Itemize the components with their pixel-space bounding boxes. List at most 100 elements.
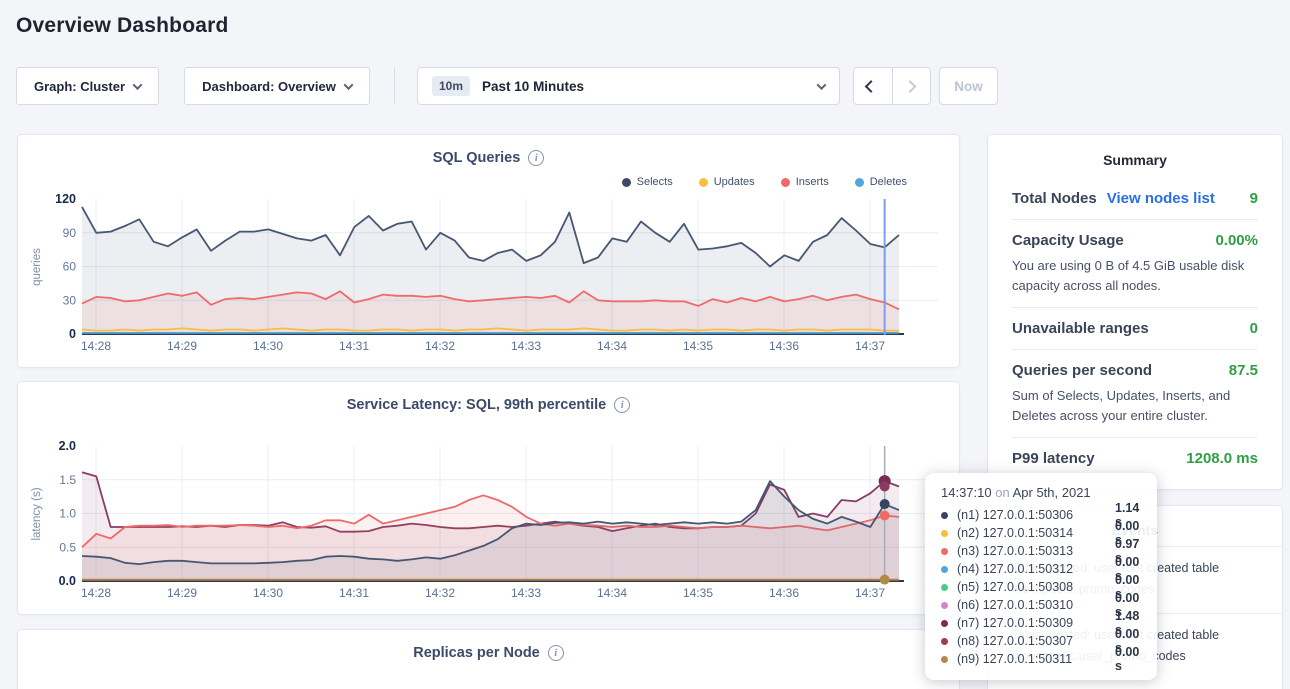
capacity-usage-value: 0.00% (1215, 232, 1258, 249)
prev-time-button[interactable] (854, 68, 892, 104)
svg-text:14:36: 14:36 (769, 339, 799, 353)
service-latency-chart[interactable]: 14:28 14:29 14:30 14:31 14:32 14:33 14:34 14:35… (18, 382, 961, 616)
svg-text:14:32: 14:32 (425, 339, 455, 353)
tooltip-node-row: (n3) 127.0.0.1:503130.97 s (941, 542, 1141, 560)
tooltip-timestamp: 14:37:10 on Apr 5th, 2021 (941, 485, 1141, 500)
chevron-down-icon (817, 80, 827, 90)
node-address: (n4) 127.0.0.1:50312 (957, 562, 1115, 576)
page-title: Overview Dashboard (16, 14, 229, 38)
queries-per-second-value: 87.5 (1229, 362, 1258, 379)
svg-text:14:37: 14:37 (855, 586, 885, 600)
svg-text:latency (s): latency (s) (31, 487, 43, 540)
svg-text:14:33: 14:33 (511, 586, 541, 600)
svg-text:1.5: 1.5 (59, 473, 76, 487)
graph-selector-dropdown[interactable]: Graph: Cluster (16, 67, 159, 105)
summary-row-queries-per-second: Queries per second 87.5 Sum of Selects, … (1012, 349, 1258, 437)
controls-divider (394, 67, 395, 105)
replicas-per-node-title: Replicas per Node (413, 645, 540, 661)
node-color-dot (941, 548, 948, 555)
svg-text:60: 60 (63, 260, 77, 274)
node-color-dot (941, 566, 948, 573)
svg-text:30: 30 (63, 293, 77, 307)
svg-text:14:37: 14:37 (855, 339, 885, 353)
dashboard-selector-dropdown[interactable]: Dashboard: Overview (184, 67, 370, 105)
svg-text:14:31: 14:31 (339, 586, 369, 600)
node-color-dot (941, 602, 948, 609)
time-range-label: Past 10 Minutes (482, 79, 806, 94)
node-address: (n3) 127.0.0.1:50313 (957, 544, 1115, 558)
node-address: (n6) 127.0.0.1:50310 (957, 598, 1115, 612)
summary-row-capacity-usage: Capacity Usage 0.00% You are using 0 B o… (1012, 219, 1258, 307)
svg-text:14:32: 14:32 (425, 586, 455, 600)
node-address: (n5) 127.0.0.1:50308 (957, 580, 1115, 594)
chevron-right-icon (904, 80, 917, 93)
svg-text:14:28: 14:28 (81, 339, 111, 353)
tooltip-node-row: (n5) 127.0.0.1:503080.00 s (941, 578, 1141, 596)
graph-selector-label: Graph: Cluster (34, 79, 125, 94)
time-step-buttons (853, 67, 931, 105)
info-icon[interactable]: i (548, 645, 564, 661)
tooltip-node-row: (n6) 127.0.0.1:503100.00 s (941, 596, 1141, 614)
svg-text:14:30: 14:30 (253, 339, 283, 353)
tooltip-node-row: (n1) 127.0.0.1:503061.14 s (941, 506, 1141, 524)
svg-text:14:33: 14:33 (511, 339, 541, 353)
node-color-dot (941, 530, 948, 537)
tooltip-node-row: (n9) 127.0.0.1:503110.00 s (941, 650, 1141, 668)
node-address: (n1) 127.0.0.1:50306 (957, 508, 1115, 522)
replicas-per-node-card: Replicas per Node i (17, 629, 960, 689)
svg-text:120: 120 (55, 192, 76, 206)
svg-text:14:34: 14:34 (597, 586, 627, 600)
sql-queries-chart[interactable]: 14:28 14:29 14:30 14:31 14:32 14:33 14:34 14:35… (18, 135, 961, 369)
svg-text:90: 90 (63, 226, 77, 240)
chart-hover-tooltip: 14:37:10 on Apr 5th, 2021 (n1) 127.0.0.1… (925, 473, 1157, 680)
svg-text:1.0: 1.0 (59, 507, 76, 521)
chevron-down-icon (133, 80, 143, 90)
summary-card: Summary Total Nodes View nodes list 9 Ca… (987, 134, 1283, 490)
node-color-dot (941, 584, 948, 591)
svg-text:0.5: 0.5 (59, 540, 76, 554)
node-address: (n9) 127.0.0.1:50311 (957, 652, 1115, 666)
svg-text:14:30: 14:30 (253, 586, 283, 600)
svg-text:14:31: 14:31 (339, 339, 369, 353)
svg-text:0: 0 (69, 327, 76, 341)
total-nodes-value: 9 (1250, 190, 1258, 207)
tooltip-node-row: (n7) 127.0.0.1:503091.48 s (941, 614, 1141, 632)
unavailable-ranges-value: 0 (1250, 320, 1258, 337)
view-nodes-list-link[interactable]: View nodes list (1107, 190, 1215, 207)
svg-text:2.0: 2.0 (59, 439, 76, 453)
svg-text:14:29: 14:29 (167, 339, 197, 353)
summary-row-unavailable-ranges: Unavailable ranges 0 (1012, 307, 1258, 349)
svg-text:14:29: 14:29 (167, 586, 197, 600)
tooltip-node-row: (n8) 127.0.0.1:503070.00 s (941, 632, 1141, 650)
time-range-badge: 10m (432, 76, 470, 96)
svg-text:14:28: 14:28 (81, 586, 111, 600)
node-color-dot (941, 656, 948, 663)
overview-dashboard-page: Overview Dashboard Graph: Cluster Dashbo… (0, 0, 1290, 689)
svg-text:14:35: 14:35 (683, 586, 713, 600)
node-color-dot (941, 512, 948, 519)
svg-text:14:36: 14:36 (769, 586, 799, 600)
svg-text:14:35: 14:35 (683, 339, 713, 353)
node-color-dot (941, 638, 948, 645)
sql-queries-card: SQL Queries i SelectsUpdatesInsertsDelet… (17, 134, 960, 368)
chevron-left-icon (865, 80, 878, 93)
now-button[interactable]: Now (939, 67, 998, 105)
next-time-button[interactable] (892, 68, 930, 104)
chevron-down-icon (343, 80, 353, 90)
time-range-dropdown[interactable]: 10m Past 10 Minutes (417, 67, 840, 105)
node-address: (n8) 127.0.0.1:50307 (957, 634, 1115, 648)
tooltip-node-row: (n4) 127.0.0.1:503120.00 s (941, 560, 1141, 578)
svg-text:14:34: 14:34 (597, 339, 627, 353)
dashboard-selector-label: Dashboard: Overview (202, 79, 336, 94)
summary-title: Summary (988, 135, 1282, 178)
node-address: (n7) 127.0.0.1:50309 (957, 616, 1115, 630)
svg-text:0.0: 0.0 (59, 574, 76, 588)
node-color-dot (941, 620, 948, 627)
svg-text:queries: queries (31, 248, 43, 286)
summary-row-total-nodes: Total Nodes View nodes list 9 (1012, 178, 1258, 219)
p99-latency-value: 1208.0 ms (1186, 450, 1258, 467)
tooltip-node-row: (n2) 127.0.0.1:503140.00 s (941, 524, 1141, 542)
node-address: (n2) 127.0.0.1:50314 (957, 526, 1115, 540)
service-latency-card: Service Latency: SQL, 99th percentile i … (17, 381, 960, 615)
node-latency-value: 0.00 s (1115, 645, 1141, 673)
